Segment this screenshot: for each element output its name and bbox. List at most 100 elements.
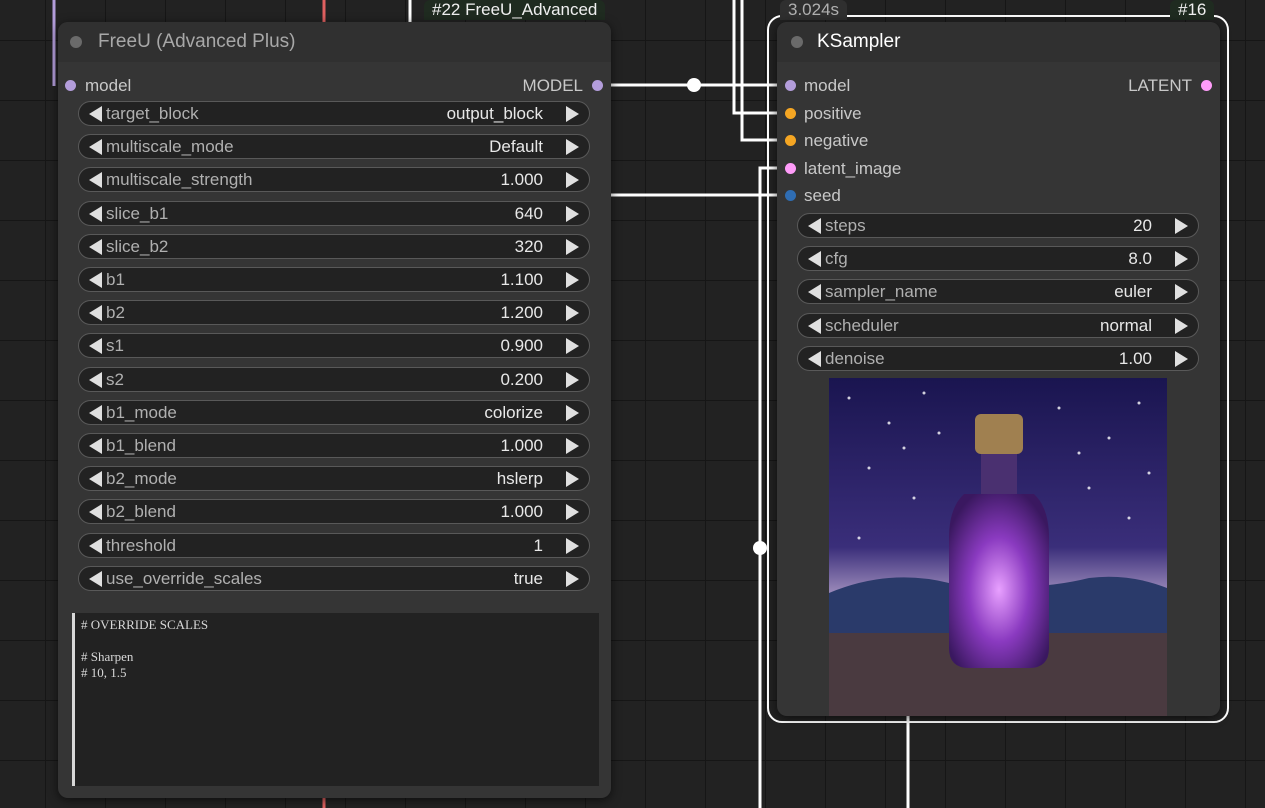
- freeu_node-widget-multiscale-mode[interactable]: multiscale_mode Default: [78, 134, 590, 160]
- increment-arrow-icon[interactable]: [1175, 350, 1188, 367]
- output-label-latent: LATENT: [1128, 76, 1192, 95]
- decrement-arrow-icon[interactable]: [89, 272, 102, 288]
- input-label-negative: negative: [804, 131, 869, 150]
- freeu_node-widget-use-override-scales[interactable]: use_override_scales true: [78, 565, 590, 591]
- ksampler-node[interactable]: KSampler LATENT model positive negative lat…: [777, 22, 1220, 716]
- decrement-arrow-icon[interactable]: [89, 471, 102, 488]
- widget-label: b2_blend: [106, 502, 176, 522]
- decrement-arrow-icon[interactable]: [808, 317, 821, 334]
- decrement-arrow-icon[interactable]: [89, 504, 102, 521]
- increment-arrow-icon[interactable]: [1175, 218, 1188, 234]
- increment-arrow-icon[interactable]: [566, 371, 579, 388]
- seed-input-slot[interactable]: [785, 190, 796, 201]
- increment-arrow-icon[interactable]: [1175, 317, 1188, 334]
- increment-arrow-icon[interactable]: [566, 537, 579, 554]
- freeu_node-widget-threshold[interactable]: threshold 1: [78, 532, 590, 558]
- widget-value: 0.900: [500, 336, 543, 356]
- ksampler_node-widget-denoise[interactable]: denoise 1.00: [797, 345, 1199, 371]
- widget-value: 1.00: [1118, 348, 1152, 368]
- execution-time-badge: 3.024s: [780, 0, 848, 20]
- widget-value: euler: [1114, 282, 1152, 302]
- input-label-latent-image: latent_image: [804, 158, 902, 178]
- increment-arrow-icon[interactable]: [1175, 251, 1188, 268]
- freeu_node-widget-b2[interactable]: b2 1.200: [78, 300, 590, 326]
- widget-label: target_block: [106, 104, 199, 123]
- freeu_node-widget-b1[interactable]: b1 1.100: [78, 267, 590, 292]
- decrement-arrow-icon[interactable]: [89, 537, 102, 554]
- freeu_node-widget-multiscale-strength[interactable]: multiscale_strength 1.000: [78, 167, 590, 193]
- widget-value: 1.200: [500, 303, 543, 323]
- decrement-arrow-icon[interactable]: [808, 218, 821, 234]
- positive-input-slot[interactable]: [785, 107, 796, 119]
- latent-image-input-slot[interactable]: [785, 162, 796, 174]
- widget-label: b1_mode: [106, 402, 177, 422]
- increment-arrow-icon[interactable]: [566, 205, 579, 222]
- widget-label: s2: [106, 369, 124, 389]
- decrement-arrow-icon[interactable]: [89, 570, 102, 587]
- collapse-dot-icon[interactable]: [70, 36, 82, 48]
- increment-arrow-icon[interactable]: [566, 305, 579, 322]
- increment-arrow-icon[interactable]: [566, 471, 579, 488]
- decrement-arrow-icon[interactable]: [808, 251, 821, 268]
- decrement-arrow-icon[interactable]: [89, 438, 102, 454]
- widget-value: output_block: [446, 104, 543, 123]
- freeu_node-widget-slice-b1[interactable]: slice_b1 640: [78, 200, 590, 226]
- widget-value: Default: [489, 137, 543, 157]
- ksampler_node-widget-steps[interactable]: steps 20: [797, 213, 1199, 238]
- freeu_node-widget-b2-mode[interactable]: b2_mode hslerp: [78, 466, 590, 492]
- decrement-arrow-icon[interactable]: [89, 338, 102, 355]
- decrement-arrow-icon[interactable]: [89, 371, 102, 388]
- increment-arrow-icon[interactable]: [566, 172, 579, 189]
- negative-input-slot[interactable]: [785, 135, 796, 146]
- decrement-arrow-icon[interactable]: [808, 350, 821, 367]
- decrement-arrow-icon[interactable]: [89, 139, 102, 156]
- freeu_node-widget-s2[interactable]: s2 0.200: [78, 366, 590, 392]
- output-label-model: MODEL: [522, 76, 583, 95]
- freeu_node-widget-b2-blend[interactable]: b2_blend 1.000: [78, 499, 590, 525]
- increment-arrow-icon[interactable]: [566, 438, 579, 454]
- widget-label: slice_b1: [106, 203, 169, 223]
- increment-arrow-icon[interactable]: [566, 272, 579, 288]
- decrement-arrow-icon[interactable]: [89, 404, 102, 421]
- widget-value: 1.000: [500, 436, 543, 455]
- ksampler_node-widget-sampler-name[interactable]: sampler_name euler: [797, 279, 1199, 305]
- widget-value: normal: [1100, 315, 1152, 335]
- ksampler_node-widget-scheduler[interactable]: scheduler normal: [797, 312, 1199, 338]
- freeu_node-widget-slice-b2[interactable]: slice_b2 320: [78, 233, 590, 259]
- widget-label: b2_mode: [106, 469, 177, 489]
- negative-wire: [740, 0, 780, 142]
- freeu_node-widget-target-block[interactable]: target_block output_block: [78, 101, 590, 126]
- override-scales-textarea[interactable]: # OVERRIDE SCALES # Sharpen # 10, 1.5: [72, 613, 599, 786]
- collapse-dot-icon[interactable]: [791, 36, 803, 48]
- decrement-arrow-icon[interactable]: [89, 238, 102, 255]
- widget-label: cfg: [825, 249, 848, 269]
- ksampler-title-bar[interactable]: KSampler: [777, 22, 1220, 62]
- increment-arrow-icon[interactable]: [566, 570, 579, 587]
- freeu-title-bar[interactable]: FreeU (Advanced Plus): [58, 22, 611, 62]
- ksampler_node-widget-cfg[interactable]: cfg 8.0: [797, 246, 1199, 272]
- increment-arrow-icon[interactable]: [566, 404, 579, 421]
- freeu-node[interactable]: FreeU (Advanced Plus) model MODEL target…: [58, 22, 611, 798]
- widget-label: b1_blend: [106, 436, 176, 455]
- increment-arrow-icon[interactable]: [566, 338, 579, 355]
- decrement-arrow-icon[interactable]: [808, 284, 821, 301]
- decrement-arrow-icon[interactable]: [89, 305, 102, 322]
- freeu_node-widget-b1-mode[interactable]: b1_mode colorize: [78, 399, 590, 425]
- widget-value: 1.000: [500, 170, 543, 190]
- model-input-slot[interactable]: [65, 80, 76, 91]
- decrement-arrow-icon[interactable]: [89, 106, 102, 122]
- preview-image: [829, 378, 1167, 716]
- increment-arrow-icon[interactable]: [1175, 284, 1188, 301]
- freeu_node-widget-b1-blend[interactable]: b1_blend 1.000: [78, 433, 590, 458]
- increment-arrow-icon[interactable]: [566, 139, 579, 156]
- decrement-arrow-icon[interactable]: [89, 172, 102, 189]
- increment-arrow-icon[interactable]: [566, 238, 579, 255]
- widget-label: steps: [825, 216, 866, 235]
- increment-arrow-icon[interactable]: [566, 504, 579, 521]
- increment-arrow-icon[interactable]: [566, 106, 579, 122]
- model-output-slot[interactable]: [592, 80, 603, 91]
- latent-output-slot[interactable]: [1201, 80, 1212, 91]
- freeu_node-widget-s1[interactable]: s1 0.900: [78, 333, 590, 359]
- model-input-slot[interactable]: [785, 80, 796, 91]
- decrement-arrow-icon[interactable]: [89, 205, 102, 222]
